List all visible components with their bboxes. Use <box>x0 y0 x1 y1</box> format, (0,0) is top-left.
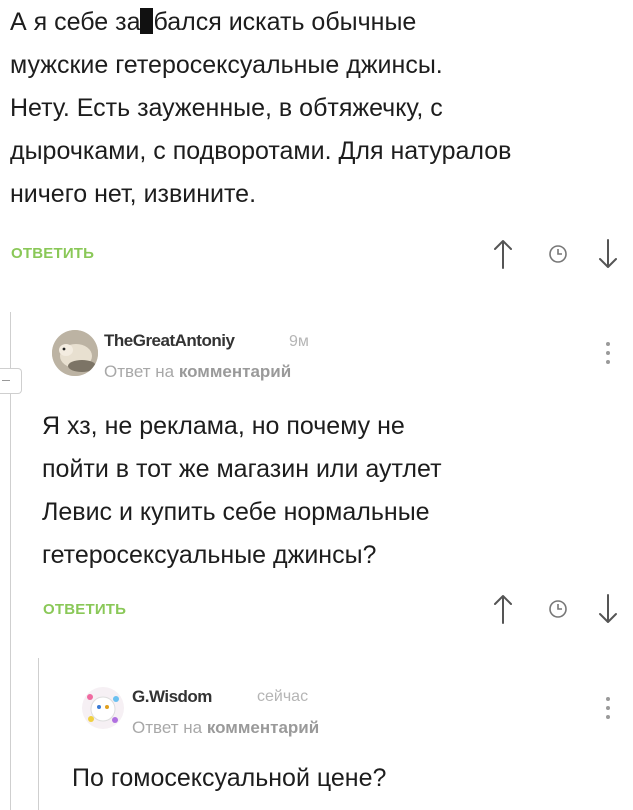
arrow-up-icon[interactable] <box>492 593 514 625</box>
arrow-down-icon[interactable] <box>597 593 619 625</box>
thread-line-level-2 <box>38 658 39 810</box>
comment-1-line-3: дырочками, с подворотами. Для натуралов <box>10 137 512 165</box>
comment-2-author[interactable]: TheGreatAntoniy <box>104 331 235 351</box>
reply-target-link[interactable]: комментарий <box>207 718 319 737</box>
comment-1-line-1: мужские гетеросексуальные джинсы. <box>10 51 443 79</box>
comment-2-line-3: гетеросексуальные джинсы? <box>42 541 377 569</box>
censor-block <box>140 8 154 34</box>
comment-3-reply-to: Ответ на комментарий <box>132 718 320 737</box>
avatar[interactable] <box>82 687 124 729</box>
comment-1-text: А я себе за бался искать обычные мужские … <box>10 1 630 216</box>
more-vertical-icon[interactable] <box>606 697 610 724</box>
comment-1-line-2: Нету. Есть зауженные, в обтяжечку, с <box>10 94 443 122</box>
comment-3-text: По гомосексуальной цене? <box>72 757 622 800</box>
comment-2-text: Я хз, не реклама, но почему не пойти в т… <box>42 405 622 577</box>
comment-2-time: 9м <box>289 333 309 350</box>
comment-3-time: сейчас <box>257 688 309 705</box>
comment-3-author[interactable]: G.Wisdom <box>132 687 212 707</box>
comment-3-line-0: По гомосексуальной цене? <box>72 764 387 792</box>
avatar[interactable] <box>52 330 98 376</box>
clock-icon[interactable] <box>548 244 568 264</box>
comment-2-reply-button[interactable]: ОТВЕТИТЬ <box>43 601 126 618</box>
comment-2-line-1: пойти в тот же магазин или аутлет <box>42 455 442 483</box>
reply-target-link[interactable]: комментарий <box>179 362 291 381</box>
arrow-up-icon[interactable] <box>492 238 514 270</box>
comment-2-reply-to: Ответ на комментарий <box>104 362 292 381</box>
comment-1-line-4: ничего нет, извините. <box>10 180 257 208</box>
clock-icon[interactable] <box>548 599 568 619</box>
arrow-down-icon[interactable] <box>597 238 619 270</box>
comment-2-line-0: Я хз, не реклама, но почему не <box>42 412 405 440</box>
collapse-minus-icon[interactable] <box>0 368 22 394</box>
comment-2-line-2: Левис и купить себе нормальные <box>42 498 430 526</box>
more-vertical-icon[interactable] <box>606 342 610 369</box>
comment-1-reply-button[interactable]: ОТВЕТИТЬ <box>11 245 94 262</box>
comment-1-line-0: А я себе за бался искать обычные <box>10 8 417 36</box>
